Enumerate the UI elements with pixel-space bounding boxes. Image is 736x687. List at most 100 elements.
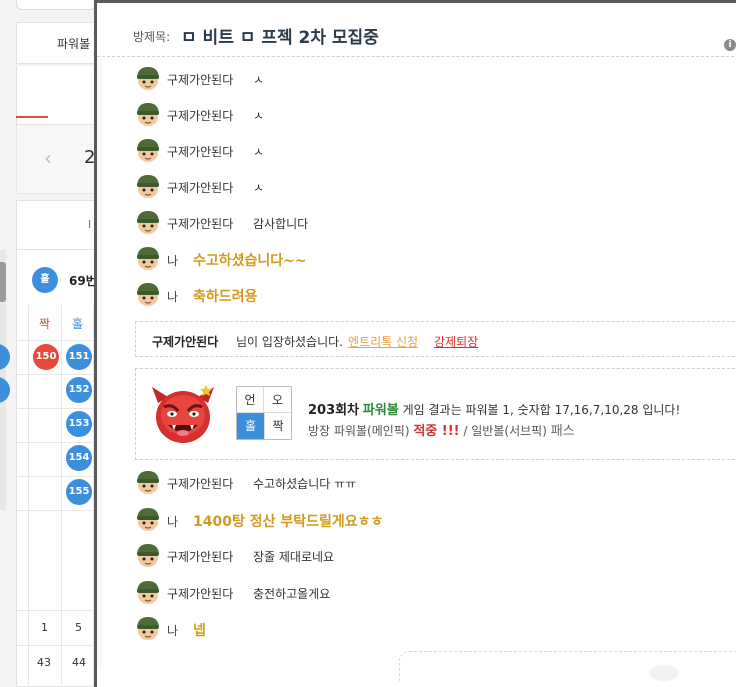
chat-scroll-strip	[97, 58, 103, 670]
soldier-avatar-icon[interactable]	[135, 173, 161, 199]
active-tab-indicator	[16, 116, 48, 118]
grid-line	[16, 442, 100, 443]
odd-cell: 151	[66, 344, 92, 370]
red-devil-emoticon-icon	[152, 385, 214, 443]
message-text: 넵	[193, 623, 206, 639]
odd-option[interactable]: 홀	[237, 413, 264, 439]
message-username[interactable]: 구제가안된다	[167, 585, 233, 602]
card-decoration	[649, 665, 679, 681]
soldier-avatar-icon[interactable]	[135, 137, 161, 163]
odd-even-selector: 언 오 홀 짝	[236, 386, 292, 440]
message-username[interactable]: 구제가안된다	[167, 475, 233, 492]
grid-line	[16, 645, 100, 646]
soldier-avatar-icon[interactable]	[135, 245, 161, 271]
kick-user-link[interactable]: 강제퇴장	[434, 333, 478, 350]
round-number: 203회차	[308, 403, 360, 418]
result-line-1: 203회차 파워볼 게임 결과는 파워볼 1, 숫자합 17,16,7,10,2…	[308, 399, 680, 418]
message-username[interactable]: 구제가안된다	[167, 143, 233, 160]
chat-window: 방제목: ㅁ 비트 ㅁ 프젝 2차 모집중 i 구제가안된다 ㅅ 구제가안된다 ㅅ 구제…	[94, 0, 736, 687]
screen: 파워볼 ‹ 2 I 홀 69번 짝 홀 3 9 150 151 152 153 …	[0, 0, 736, 687]
game-name: 파워볼	[362, 403, 399, 418]
message-text: 수고하셨습니다 ㅠㅠ	[253, 477, 357, 491]
game-result-card: 언 오 홀 짝 203회차 파워볼 게임 결과는 파워볼 1, 숫자합 17,1…	[135, 368, 736, 460]
odd-cell: 155	[66, 479, 92, 505]
room-title: ㅁ 비트 ㅁ 프젝 2차 모집중	[181, 28, 379, 48]
background-panel-head: I	[16, 200, 100, 250]
odd-cell: 154	[66, 445, 92, 471]
message-text: 축하드려용	[193, 289, 258, 305]
grid-line	[16, 610, 100, 611]
room-title-label: 방제목:	[133, 30, 171, 44]
table-cell: 5	[75, 621, 82, 634]
even-option[interactable]: 짝	[264, 413, 291, 439]
grid-line	[16, 476, 100, 477]
soldier-avatar-icon[interactable]	[135, 101, 161, 127]
result-text: 게임 결과는 파워볼 1, 숫자합 17,16,7,10,28 입니다!	[402, 403, 681, 417]
message-text: ㅅ	[253, 73, 265, 87]
soldier-avatar-icon[interactable]	[135, 615, 161, 641]
message-text: 장줄 제대로네요	[253, 550, 335, 564]
notice-text: 님이 입장하셨습니다.	[236, 335, 343, 349]
message-username[interactable]: 구제가안된다	[167, 548, 233, 565]
hit-status: 적중 !!!	[413, 424, 460, 439]
message-username[interactable]: 나	[167, 513, 178, 530]
message-username[interactable]: 구제가안된다	[167, 71, 233, 88]
message-text: 수고하셨습니다~~	[193, 253, 307, 269]
odd-badge: 홀	[32, 267, 58, 293]
background-scroll-thumb[interactable]	[0, 262, 6, 302]
background-chip-label: 69번	[69, 274, 97, 288]
background-tab-powerball[interactable]: 파워볼	[16, 22, 100, 64]
background-page: 파워볼 ‹ 2 I 홀 69번 짝 홀 3 9 150 151 152 153 …	[0, 0, 100, 687]
soldier-avatar-icon[interactable]	[135, 209, 161, 235]
odd-cell: 152	[66, 377, 92, 403]
partial-cell: 3	[0, 344, 10, 370]
even-cell: 150	[33, 344, 59, 370]
message-text: ㅅ	[253, 109, 265, 123]
grid-line	[16, 408, 100, 409]
odd-cell: 153	[66, 411, 92, 437]
message-username[interactable]: 나	[167, 288, 178, 305]
result-line-2: 방장 파워볼(메인픽) 적중 !!! / 일반볼(서브픽) 패스	[308, 420, 575, 439]
chat-header: 방제목: ㅁ 비트 ㅁ 프젝 2차 모집중 i	[97, 3, 736, 57]
partial-cell: 9	[0, 377, 10, 403]
message-username[interactable]: 나	[167, 252, 178, 269]
soldier-avatar-icon[interactable]	[135, 506, 161, 532]
table-cell: 44	[72, 656, 86, 669]
prev-page-icon[interactable]: ‹	[44, 146, 52, 170]
grid-line	[16, 510, 100, 511]
soldier-avatar-icon[interactable]	[135, 65, 161, 91]
soldier-avatar-icon[interactable]	[135, 579, 161, 605]
separator: /	[463, 424, 468, 438]
grid-line	[28, 305, 29, 687]
over-option[interactable]: 오	[264, 387, 291, 413]
grid-line	[61, 305, 62, 687]
message-username[interactable]: 구제가안된다	[167, 179, 233, 196]
next-card-preview	[399, 651, 736, 681]
column-header-even: 짝	[39, 317, 51, 331]
message-text: 감사합니다	[253, 217, 309, 231]
sub-pick-label: 일반볼(서브픽)	[471, 424, 547, 438]
message-username[interactable]: 구제가안된다	[167, 107, 233, 124]
pass-status: 패스	[550, 424, 575, 439]
grid-line	[16, 340, 100, 341]
message-text: ㅅ	[253, 181, 265, 195]
table-cell: 43	[37, 656, 51, 669]
soldier-avatar-icon[interactable]	[135, 542, 161, 568]
soldier-avatar-icon[interactable]	[135, 281, 161, 307]
column-header-odd: 홀	[72, 317, 84, 331]
info-icon[interactable]: i	[724, 39, 736, 51]
notice-username[interactable]: 구제가안된다	[152, 333, 218, 350]
entry-talk-request-link[interactable]: 엔트리톡 신청	[348, 333, 418, 350]
table-cell: 1	[41, 621, 48, 634]
grid-line	[16, 374, 100, 375]
message-text: ㅅ	[253, 145, 265, 159]
message-username[interactable]: 나	[167, 622, 178, 639]
soldier-avatar-icon[interactable]	[135, 469, 161, 495]
under-option[interactable]: 언	[237, 387, 264, 413]
entry-notice: 구제가안된다 님이 입장하셨습니다. 엔트리톡 신청 강제퇴장	[135, 321, 736, 357]
background-tab-top	[16, 0, 96, 10]
message-text: 1400탕 정산 부탁드릴게요ㅎㅎ	[193, 513, 384, 530]
message-username[interactable]: 구제가안된다	[167, 215, 233, 232]
message-text: 충전하고올게요	[253, 586, 331, 601]
main-pick-label: 방장 파워볼(메인픽)	[308, 424, 410, 438]
